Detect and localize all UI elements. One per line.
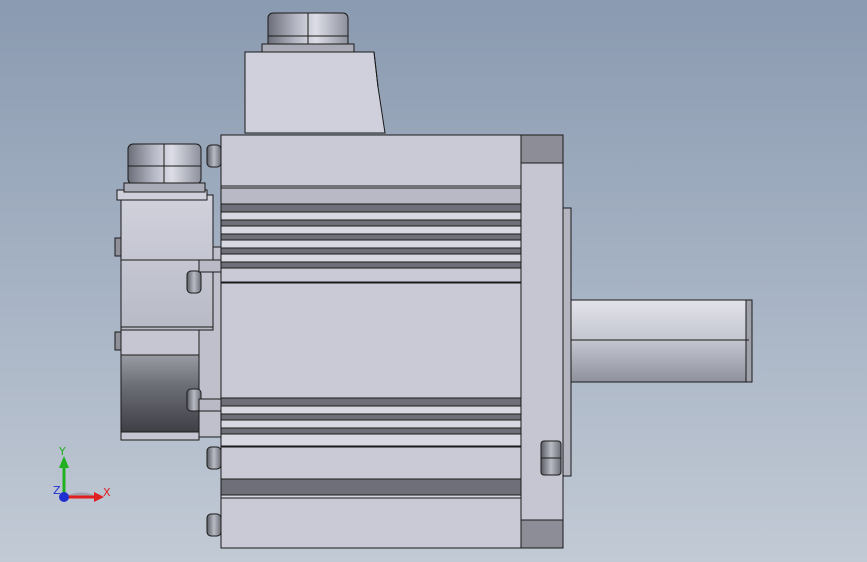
cooling-fins-upper	[220, 187, 522, 283]
servo-motor-model: Y X Z	[53, 12, 753, 549]
cooling-fins-bottom	[220, 478, 522, 499]
cad-viewport[interactable]: Y X Z	[0, 0, 867, 562]
x-axis-label: X	[103, 486, 111, 499]
z-axis-label: Z	[53, 484, 61, 497]
output-shaft	[570, 299, 750, 383]
top-connector-housing	[244, 51, 386, 134]
axis-triad: Y X Z	[53, 445, 111, 502]
pilot-ring	[562, 207, 572, 477]
y-axis-label: Y	[58, 445, 66, 458]
cooling-fins-lower	[220, 397, 522, 447]
front-flange	[520, 134, 564, 549]
